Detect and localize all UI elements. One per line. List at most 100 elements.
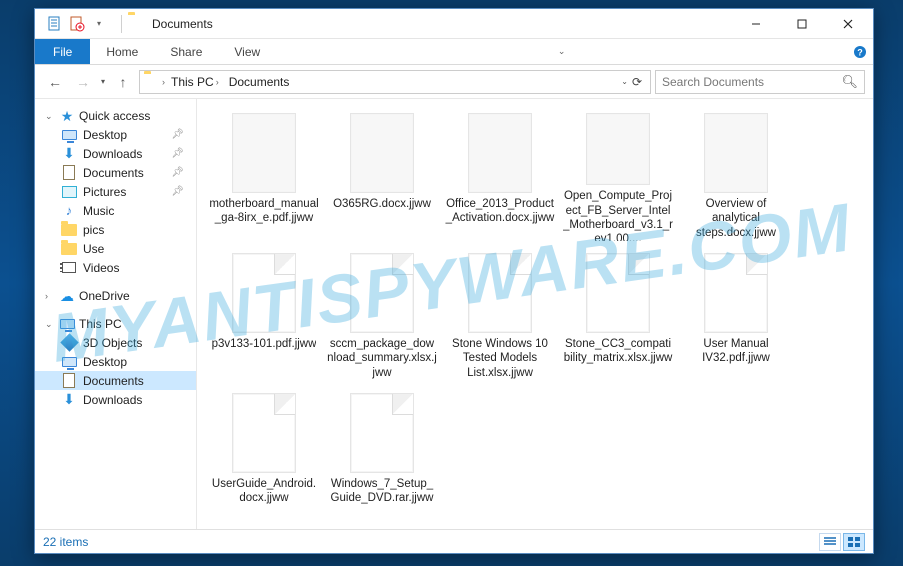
sidebar-item-this-pc[interactable]: ⌄ This PC bbox=[35, 315, 196, 333]
folder-icon bbox=[144, 74, 160, 90]
sidebar-item-quick-access[interactable]: ⌄ ★ Quick access bbox=[35, 107, 196, 125]
documents-icon bbox=[61, 165, 77, 181]
properties-icon[interactable] bbox=[45, 14, 65, 34]
pin-icon: 📌︎ bbox=[171, 129, 190, 140]
sidebar-item-documents[interactable]: Documents bbox=[35, 371, 196, 390]
file-name: User Manual IV32.pdf.jjww bbox=[681, 337, 791, 366]
chevron-down-icon: ⌄ bbox=[45, 111, 55, 122]
file-item[interactable]: motherboard_manual_ga-8irx_e.pdf.jjww bbox=[205, 105, 323, 245]
sidebar-item-label: Quick access bbox=[79, 109, 150, 123]
sidebar-item-downloads[interactable]: ⬇Downloads📌︎ bbox=[35, 144, 196, 163]
forward-button[interactable]: → bbox=[71, 70, 95, 94]
maximize-button[interactable] bbox=[779, 9, 825, 39]
sidebar-item-desktop[interactable]: Desktop bbox=[35, 352, 196, 371]
history-dropdown-icon[interactable]: ▾ bbox=[101, 77, 105, 86]
sidebar-item-label: Desktop bbox=[83, 128, 127, 142]
file-icon bbox=[350, 113, 414, 193]
search-placeholder: Search Documents bbox=[662, 75, 764, 89]
downloads-icon: ⬇ bbox=[61, 146, 77, 162]
sidebar-item-music[interactable]: ♪Music bbox=[35, 201, 196, 220]
tab-home[interactable]: Home bbox=[90, 39, 154, 64]
sidebar-item-label: 3D Objects bbox=[83, 336, 142, 350]
desktop-icon bbox=[61, 354, 77, 370]
sidebar-item-videos[interactable]: Videos bbox=[35, 258, 196, 277]
window-title: Documents bbox=[152, 17, 213, 31]
file-name: Office_2013_Product_Activation.docx.jjww bbox=[445, 197, 555, 226]
sidebar-item-label: Downloads bbox=[83, 147, 142, 161]
sidebar-item-onedrive[interactable]: › ☁ OneDrive bbox=[35, 287, 196, 305]
file-item[interactable]: Stone Windows 10 Tested Models List.xlsx… bbox=[441, 245, 559, 385]
cloud-icon: ☁ bbox=[59, 288, 75, 304]
up-button[interactable]: ↑ bbox=[111, 70, 135, 94]
large-icons-view-button[interactable] bbox=[843, 533, 865, 551]
file-icon bbox=[704, 253, 768, 333]
tab-share[interactable]: Share bbox=[154, 39, 218, 64]
breadcrumb-documents[interactable]: Documents bbox=[225, 75, 294, 89]
sidebar-item-pictures[interactable]: Pictures📌︎ bbox=[35, 182, 196, 201]
file-icon bbox=[586, 253, 650, 333]
file-item[interactable]: User Manual IV32.pdf.jjww bbox=[677, 245, 795, 385]
address-dropdown-icon[interactable]: ⌄ bbox=[621, 77, 628, 86]
title-bar: ▾ Documents bbox=[35, 9, 873, 39]
file-icon bbox=[704, 113, 768, 193]
file-name: sccm_package_download_summary.xlsx.jjww bbox=[327, 337, 437, 380]
back-button[interactable]: ← bbox=[43, 70, 67, 94]
details-view-button[interactable] bbox=[819, 533, 841, 551]
this-pc-icon bbox=[59, 316, 75, 332]
item-count: 22 items bbox=[43, 535, 88, 549]
onedrive-group: › ☁ OneDrive bbox=[35, 287, 196, 305]
ribbon: File Home Share View ⌄ ? bbox=[35, 39, 873, 65]
file-name: Windows_7_Setup_Guide_DVD.rar.jjww bbox=[327, 477, 437, 506]
file-name: motherboard_manual_ga-8irx_e.pdf.jjww bbox=[209, 197, 319, 226]
sidebar-item-label: OneDrive bbox=[79, 289, 130, 303]
videos-icon bbox=[61, 260, 77, 276]
qat-dropdown-icon[interactable]: ▾ bbox=[89, 14, 109, 34]
breadcrumb-this-pc[interactable]: This PC› bbox=[167, 75, 223, 89]
file-item[interactable]: Stone_CC3_compatibility_matrix.xlsx.jjww bbox=[559, 245, 677, 385]
sidebar-item-label: Pictures bbox=[83, 185, 126, 199]
file-item[interactable]: O365RG.docx.jjww bbox=[323, 105, 441, 245]
documents-icon bbox=[61, 373, 77, 389]
file-list-pane[interactable]: motherboard_manual_ga-8irx_e.pdf.jjwwO36… bbox=[197, 99, 873, 529]
file-item[interactable]: Windows_7_Setup_Guide_DVD.rar.jjww bbox=[323, 385, 441, 525]
chevron-right-icon[interactable]: › bbox=[162, 77, 165, 87]
file-tab[interactable]: File bbox=[35, 39, 90, 64]
search-icon[interactable]: 🔍︎ bbox=[841, 74, 858, 90]
sidebar-item-label: This PC bbox=[79, 317, 122, 331]
chevron-right-icon: › bbox=[45, 291, 55, 301]
help-icon[interactable]: ? bbox=[847, 39, 873, 64]
sidebar-item-3d-objects[interactable]: 3D Objects bbox=[35, 333, 196, 352]
search-input[interactable]: Search Documents 🔍︎ bbox=[655, 70, 865, 94]
sidebar-item-use[interactable]: Use bbox=[35, 239, 196, 258]
sidebar-item-desktop[interactable]: Desktop 📌︎ bbox=[35, 125, 196, 144]
tab-view[interactable]: View bbox=[218, 39, 276, 64]
ribbon-expand-icon[interactable]: ⌄ bbox=[555, 39, 569, 64]
sidebar-item-downloads[interactable]: ⬇Downloads bbox=[35, 390, 196, 409]
sidebar-item-documents[interactable]: Documents📌︎ bbox=[35, 163, 196, 182]
file-item[interactable]: Office_2013_Product_Activation.docx.jjww bbox=[441, 105, 559, 245]
desktop-icon bbox=[61, 127, 77, 143]
file-item[interactable]: Overview of analytical steps.docx.jjww bbox=[677, 105, 795, 245]
file-item[interactable]: Open_Compute_Project_FB_Server_Intel_Mot… bbox=[559, 105, 677, 245]
folder-icon bbox=[61, 241, 77, 257]
file-icon bbox=[468, 253, 532, 333]
refresh-icon[interactable]: ⟳ bbox=[632, 75, 642, 89]
file-icon bbox=[232, 393, 296, 473]
sidebar-item-pics[interactable]: pics bbox=[35, 220, 196, 239]
file-name: Stone_CC3_compatibility_matrix.xlsx.jjww bbox=[563, 337, 673, 366]
file-item[interactable]: sccm_package_download_summary.xlsx.jjww bbox=[323, 245, 441, 385]
file-item[interactable]: UserGuide_Android.docx.jjww bbox=[205, 385, 323, 525]
pin-icon: 📌︎ bbox=[171, 167, 190, 178]
file-name: p3v133-101.pdf.jjww bbox=[212, 337, 317, 351]
address-bar[interactable]: › This PC› Documents ⌄ ⟳ bbox=[139, 70, 651, 94]
file-item[interactable]: p3v133-101.pdf.jjww bbox=[205, 245, 323, 385]
sidebar-item-label: Desktop bbox=[83, 355, 127, 369]
body: ⌄ ★ Quick access Desktop📌︎⬇Downloads📌︎Do… bbox=[35, 99, 873, 529]
file-icon bbox=[350, 393, 414, 473]
sidebar-item-label: pics bbox=[83, 223, 104, 237]
new-folder-qat-icon[interactable] bbox=[67, 14, 87, 34]
close-button[interactable] bbox=[825, 9, 871, 39]
file-icon bbox=[468, 113, 532, 193]
minimize-button[interactable] bbox=[733, 9, 779, 39]
svg-text:?: ? bbox=[857, 47, 863, 57]
